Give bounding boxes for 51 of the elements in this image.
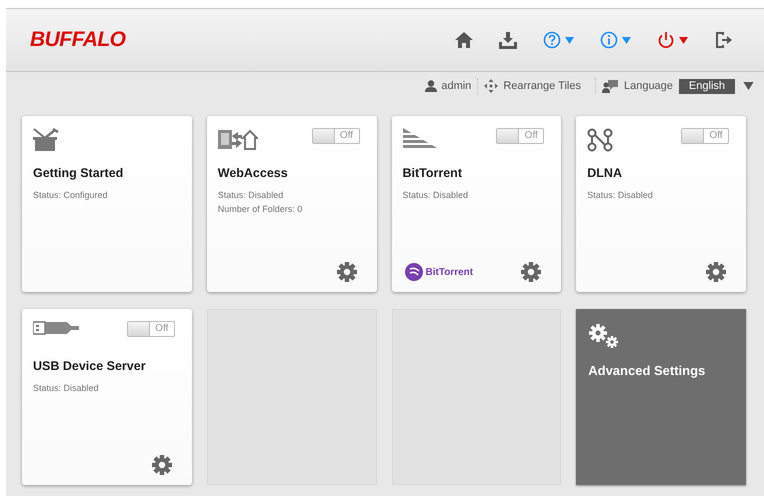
round-logo-icon (404, 263, 422, 281)
status-text: Status: Disabled (402, 188, 470, 202)
tile-title: Advanced Settings (588, 362, 706, 380)
caret-icon (622, 36, 631, 44)
tile-title: Getting Started (33, 165, 124, 182)
app-tile[interactable]: Off BitTorrent Status: Disabled BitTorrent (392, 116, 562, 292)
username: admin (441, 78, 472, 94)
gear-icon (521, 262, 542, 282)
home-icon (455, 32, 473, 48)
gears-icon (588, 323, 620, 349)
app-tile[interactable]: Off DLNA Status: Disabled (576, 116, 746, 292)
user-icon (425, 80, 438, 92)
phone-house-icon (218, 128, 258, 150)
app-tile[interactable]: Off WebAccess Status: Disabled Number of Folders: 0 (206, 116, 376, 292)
advanced-settings-tile[interactable]: Advanced Settings (576, 309, 746, 485)
language-label: Language (624, 78, 673, 94)
logout-icon (714, 31, 732, 49)
caret-icon (679, 36, 688, 44)
status-text: Status: Configured (33, 188, 109, 202)
tile-title: USB Device Server (33, 358, 147, 375)
app-tile[interactable]: Off USB Device Server Status: Disabled (22, 309, 192, 485)
settings-button[interactable] (706, 262, 726, 282)
status-text: Number of Folders: 0 (218, 203, 304, 216)
status-text: Status: Disabled (33, 382, 100, 395)
status-text: Status: Disabled (218, 188, 284, 202)
bittorrent-logo-text: BitTorrent (426, 266, 474, 280)
buffalo-logo: BUFFALO (30, 27, 126, 54)
move-icon (484, 79, 498, 93)
language-icon (602, 79, 618, 93)
toolbox-icon (33, 128, 59, 152)
network-nodes-icon (587, 128, 614, 152)
usb-plug-icon (33, 321, 79, 335)
status-text: Status: Disabled (587, 188, 654, 202)
tile-title: DLNA (587, 165, 623, 182)
settings-button[interactable] (521, 262, 542, 282)
gear-icon (336, 262, 356, 282)
caret-icon (743, 82, 754, 90)
info-icon (600, 31, 618, 49)
tile-title: BitTorrent (402, 165, 463, 182)
tile-title: WebAccess (218, 165, 289, 182)
settings-button[interactable] (336, 262, 356, 282)
gear-icon (152, 455, 172, 475)
power-icon (657, 31, 675, 49)
rearrange-tiles-button[interactable]: Rearrange Tiles (478, 78, 596, 94)
download-icon (499, 32, 517, 48)
app-tile[interactable]: Getting Started Status: Configured (22, 116, 192, 292)
help-icon (543, 31, 561, 49)
gear-icon (706, 262, 726, 282)
stripes-icon (402, 128, 436, 148)
caret-icon (565, 36, 574, 44)
settings-button[interactable] (152, 455, 172, 475)
